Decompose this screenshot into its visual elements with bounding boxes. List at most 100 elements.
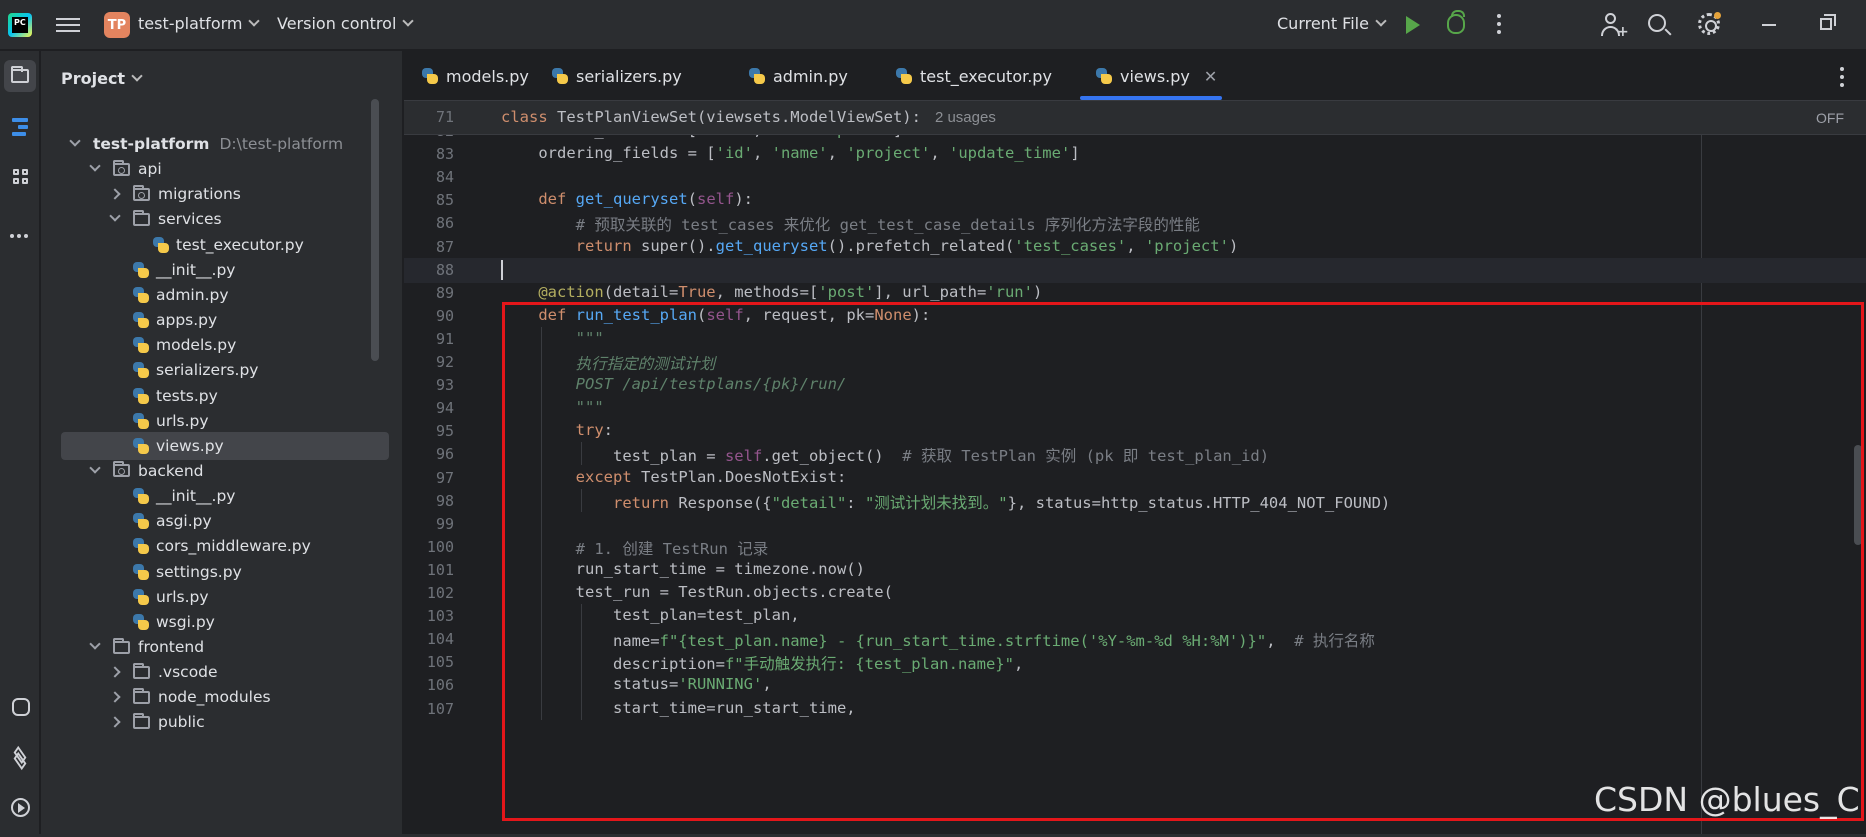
project-scrollbar[interactable] — [371, 99, 379, 361]
inspection-toggle-off[interactable]: OFF — [1816, 110, 1844, 126]
file-item[interactable]: __init__.py — [61, 256, 389, 284]
line-number[interactable]: 103 — [404, 607, 454, 625]
line-number[interactable]: 101 — [404, 561, 454, 579]
more-tools-button[interactable] — [4, 210, 36, 242]
debug-icon[interactable] — [1447, 10, 1465, 34]
run-config-selector[interactable]: Current File — [1277, 14, 1387, 33]
folder-item[interactable]: frontend — [61, 633, 389, 661]
run-icon[interactable] — [1406, 16, 1420, 34]
folder-icon — [133, 209, 150, 226]
expand-arrow-icon[interactable] — [69, 135, 81, 147]
line-number[interactable]: 106 — [404, 676, 454, 694]
line-number[interactable]: 86 — [404, 214, 454, 232]
line-number[interactable]: 90 — [404, 307, 454, 325]
folder-item[interactable]: .vscode — [61, 658, 389, 686]
file-item[interactable]: test_executor.py — [61, 231, 389, 259]
expand-arrow-icon[interactable] — [89, 638, 101, 650]
expand-arrow-icon[interactable] — [109, 691, 121, 703]
expand-arrow-icon[interactable] — [89, 462, 101, 474]
main-menu-icon[interactable] — [56, 14, 80, 36]
python-console-button[interactable] — [4, 691, 36, 723]
sticky-header[interactable]: 71 class TestPlanViewSet(viewsets.ModelV… — [404, 101, 1866, 135]
line-number[interactable]: 102 — [404, 584, 454, 602]
more-actions-icon[interactable] — [1497, 14, 1501, 38]
tree-item-label: views.py — [156, 436, 224, 455]
tab-test-executor[interactable]: test_executor.py — [896, 51, 1052, 101]
file-item[interactable]: wsgi.py — [61, 608, 389, 636]
tab-admin[interactable]: admin.py — [749, 51, 848, 101]
line-number[interactable]: 96 — [404, 445, 454, 463]
minimize-icon[interactable] — [1762, 24, 1776, 26]
structure-tool-button[interactable] — [4, 160, 36, 192]
line-number[interactable]: 98 — [404, 492, 454, 510]
code-line[interactable]: return super().get_queryset().prefetch_r… — [501, 237, 1239, 255]
expand-arrow-icon[interactable] — [109, 210, 121, 223]
line-number[interactable]: 93 — [404, 376, 454, 394]
line-number[interactable]: 84 — [404, 168, 454, 186]
tab-views[interactable]: views.py ✕ — [1096, 51, 1217, 101]
line-number[interactable]: 104 — [404, 630, 454, 648]
expand-arrow-icon[interactable] — [109, 716, 121, 729]
folder-item[interactable]: services — [61, 205, 389, 233]
folder-item[interactable]: backend — [61, 457, 389, 485]
file-item[interactable]: urls.py — [61, 407, 389, 435]
tab-serializers[interactable]: serializers.py — [552, 51, 682, 101]
file-item[interactable]: tests.py — [61, 382, 389, 410]
tab-options-icon[interactable] — [1840, 67, 1844, 91]
code-line[interactable]: # 预取关联的 test_cases 来优化 get_test_case_det… — [501, 213, 1200, 235]
folder-item[interactable]: node_modules — [61, 683, 389, 711]
python-file-icon — [153, 236, 169, 253]
line-number[interactable]: 97 — [404, 469, 454, 487]
line-number[interactable]: 88 — [404, 261, 454, 279]
usages-hint[interactable]: 2 usages — [935, 109, 996, 126]
line-number[interactable]: 107 — [404, 700, 454, 718]
tree-item-label: frontend — [138, 638, 205, 656]
commit-tool-button[interactable] — [4, 110, 36, 142]
restore-window-icon[interactable] — [1820, 14, 1836, 30]
code-line[interactable]: @action(detail=True, methods=['post'], u… — [501, 283, 1042, 301]
line-number[interactable]: 92 — [404, 353, 454, 371]
file-item[interactable]: asgi.py — [61, 507, 389, 535]
file-item[interactable]: models.py — [61, 331, 389, 359]
expand-arrow-icon[interactable] — [109, 188, 121, 200]
project-badge[interactable]: TP — [104, 12, 130, 38]
line-number[interactable]: 105 — [404, 653, 454, 671]
file-item[interactable]: cors_middleware.py — [61, 532, 389, 560]
run-tool-button[interactable] — [4, 791, 36, 823]
file-item[interactable]: serializers.py — [61, 356, 389, 384]
search-icon[interactable] — [1648, 14, 1666, 32]
file-item[interactable]: settings.py — [61, 558, 389, 586]
project-panel-header[interactable]: Project — [61, 69, 143, 88]
expand-arrow-icon[interactable] — [89, 160, 101, 172]
folder-item[interactable]: migrations — [61, 180, 389, 208]
line-number[interactable]: 83 — [404, 145, 454, 163]
folder-item[interactable]: api — [61, 155, 389, 183]
tab-models[interactable]: models.py — [422, 51, 529, 101]
csdn-watermark: CSDN @blues_C — [1594, 780, 1860, 819]
project-tool-button[interactable] — [4, 60, 36, 92]
file-item[interactable]: apps.py — [61, 306, 389, 334]
services-tool-button[interactable] — [4, 741, 36, 773]
file-item[interactable]: urls.py — [61, 583, 389, 611]
project-selector[interactable]: test-platform — [138, 14, 261, 33]
line-number[interactable]: 95 — [404, 422, 454, 440]
line-number[interactable]: 100 — [404, 538, 454, 556]
code-line[interactable]: ordering_fields = ['id', 'name', 'projec… — [501, 144, 1079, 162]
file-item[interactable]: __init__.py — [61, 482, 389, 510]
line-number[interactable]: 89 — [404, 284, 454, 302]
line-number[interactable]: 91 — [404, 330, 454, 348]
folder-item[interactable]: test-platform D:\test-platform — [61, 130, 389, 158]
add-user-icon[interactable]: + — [1600, 13, 1629, 40]
close-tab-icon[interactable]: ✕ — [1204, 67, 1217, 86]
expand-arrow-icon[interactable] — [109, 666, 121, 678]
code-line[interactable]: def get_queryset(self): — [501, 190, 753, 208]
vcs-menu[interactable]: Version control — [277, 14, 415, 33]
file-item[interactable]: views.py — [61, 431, 389, 460]
file-item[interactable]: admin.py — [61, 281, 389, 309]
line-number[interactable]: 99 — [404, 515, 454, 533]
line-number[interactable]: 85 — [404, 191, 454, 209]
folder-item[interactable]: public — [61, 708, 389, 736]
line-number[interactable]: 87 — [404, 238, 454, 256]
line-number[interactable]: 94 — [404, 399, 454, 417]
current-line-highlight — [404, 257, 1866, 283]
